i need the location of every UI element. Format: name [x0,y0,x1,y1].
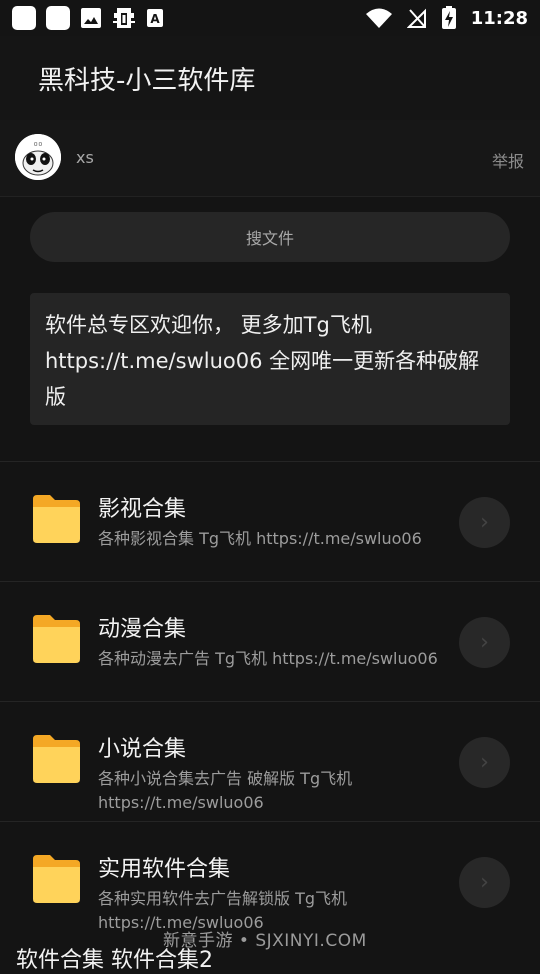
app-title: 黑科技-小三软件库 [38,66,256,96]
folder-icon [33,495,80,543]
item-description: 各种影视合集 Tg飞机 https://t.me/swluo06 [98,529,422,548]
title-bar: 黑科技-小三软件库 [0,36,540,120]
battery-charging-icon [441,6,456,29]
item-title: 小说合集 [98,737,187,762]
font-icon: A [147,9,163,27]
folder-icon [33,855,80,903]
search-files-label: 搜文件 [245,229,294,248]
bug-icon [113,8,135,28]
item-title: 动漫合集 [98,617,187,642]
item-description: 各种动漫去广告 Tg飞机 https://t.me/swluo06 [98,649,438,668]
list-item[interactable]: 影视合集 各种影视合集 Tg飞机 https://t.me/swluo06 › [0,461,540,581]
app-icon-1 [12,6,36,30]
item-title: 影视合集 [98,497,187,522]
svg-text:A: A [150,12,160,26]
chevron-right-icon[interactable]: › [459,617,510,668]
status-time: 11:28 [470,7,528,29]
app-icon-2 [46,6,70,30]
no-signal-icon [406,8,426,28]
user-bar: ㅁㅁ xs 举报 [0,120,540,197]
notice-message: 软件总专区欢迎你， 更多加Tg飞机 https://t.me/swluo06 全… [30,293,510,425]
folder-icon [33,735,80,783]
status-bar: A 11:28 [0,0,540,36]
list-item[interactable]: 实用软件合集 各种实用软件去广告解锁版 Tg飞机 https://t.me/sw… [0,821,540,941]
status-right-icons: 11:28 [365,6,528,30]
search-files-button[interactable]: 搜文件 [30,212,510,262]
folder-icon [33,615,80,663]
chevron-right-icon[interactable]: › [459,857,510,908]
chevron-right-icon[interactable]: › [459,497,510,548]
item-title: 实用软件合集 [98,857,231,882]
panda-avatar-icon: ㅁㅁ [15,134,61,180]
list-item[interactable]: 动漫合集 各种动漫去广告 Tg飞机 https://t.me/swluo06 › [0,581,540,701]
svg-text:ㅁㅁ: ㅁㅁ [33,142,42,148]
list-item[interactable]: 小说合集 各种小说合集去广告 破解版 Tg飞机 https://t.me/swl… [0,701,540,821]
avatar[interactable]: ㅁㅁ [15,134,61,180]
chevron-right-icon[interactable]: › [459,737,510,788]
status-left-icons: A [12,6,164,30]
watermark: 新意手游 • SJXINYI.COM [163,931,367,951]
item-description: 各种小说合集去广告 破解版 Tg飞机 https://t.me/swluo06 [98,769,353,812]
username: xs [76,148,94,167]
image-icon [81,8,101,28]
notice-text: 软件总专区欢迎你， 更多加Tg飞机 https://t.me/swluo06 全… [45,313,480,409]
report-link[interactable]: 举报 [492,148,524,172]
wifi-icon [365,8,392,28]
